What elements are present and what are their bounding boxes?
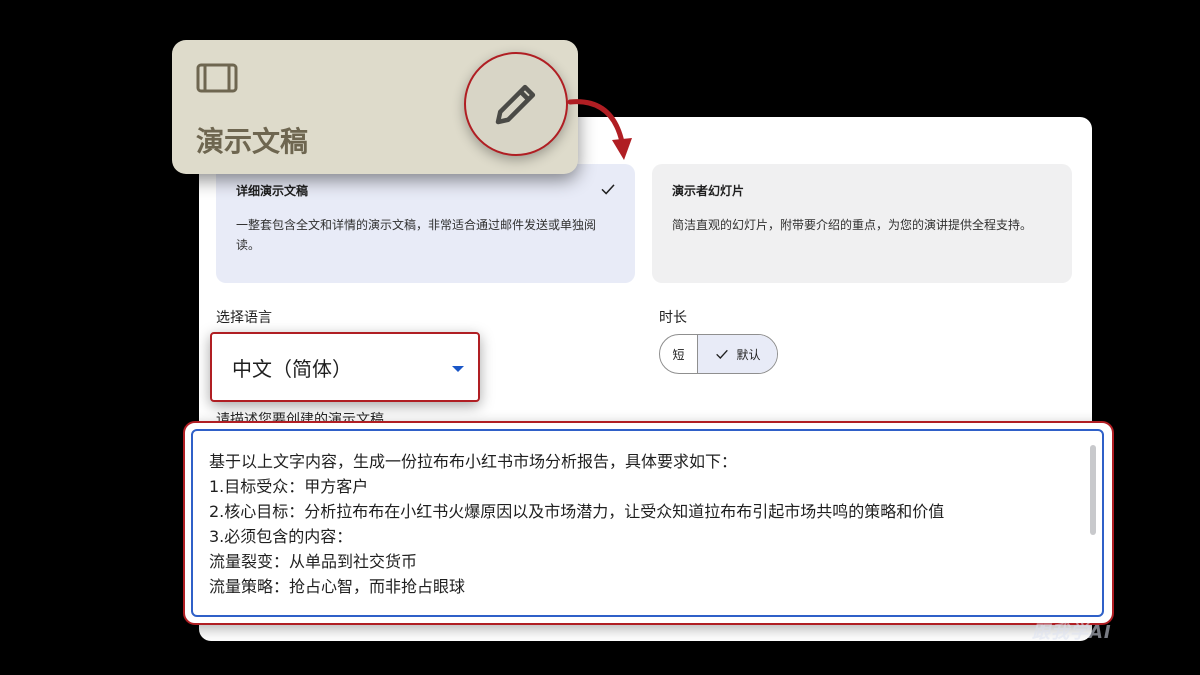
check-icon: [601, 184, 615, 195]
edit-button[interactable]: [464, 52, 568, 156]
duration-option-short[interactable]: 短: [660, 335, 698, 373]
card-description: 简洁直观的幻灯片，附带要介绍的重点，为您的演讲提供全程支持。: [672, 218, 1033, 232]
duration-option-default[interactable]: 默认: [698, 335, 777, 373]
check-icon: [716, 349, 729, 359]
option-card-detailed[interactable]: 详细演示文稿 一整套包含全文和详情的演示文稿，非常适合通过邮件发送或单独阅读。: [216, 164, 635, 283]
language-select-value: 中文（简体）: [232, 356, 352, 381]
prompt-line: 流量策略：抢占心智，而非抢占眼球: [209, 577, 466, 596]
prompt-line: 基于以上文字内容，生成一份拉布布小红书市场分析报告，具体要求如下：: [209, 452, 738, 471]
duration-label: 时长: [659, 310, 687, 326]
tile-title: 演示文稿: [196, 125, 309, 158]
prompt-line: 流量裂变：从单品到社交货币: [209, 552, 418, 571]
prompt-line: 3.必须包含的内容：: [209, 527, 353, 546]
pencil-icon: [495, 84, 536, 125]
duration-option-label: 默认: [736, 347, 761, 362]
prompt-line: 1.目标受众：甲方客户: [209, 477, 369, 496]
card-title: 演示者幻灯片: [672, 184, 745, 198]
slides-icon: [196, 63, 238, 93]
prompt-highlight: 基于以上文字内容，生成一份拉布布小红书市场分析报告，具体要求如下： 1.目标受众…: [183, 421, 1114, 625]
language-select[interactable]: 中文（简体）: [210, 332, 480, 402]
watermark: 跟我学AI: [1032, 622, 1112, 643]
card-description: 一整套包含全文和详情的演示文稿，非常适合通过邮件发送或单独阅读。: [236, 218, 597, 252]
duration-toggle: 短 默认: [659, 334, 778, 374]
option-card-presenter[interactable]: 演示者幻灯片 简洁直观的幻灯片，附带要介绍的重点，为您的演讲提供全程支持。: [652, 164, 1072, 283]
card-title: 详细演示文稿: [236, 184, 309, 198]
language-label: 选择语言: [216, 310, 272, 326]
prompt-scrollbar[interactable]: [1090, 445, 1096, 535]
prompt-line: 2.核心目标：分析拉布布在小红书火爆原因以及市场潜力，让受众知道拉布布引起市场共…: [209, 502, 945, 521]
prompt-textarea[interactable]: 基于以上文字内容，生成一份拉布布小红书市场分析报告，具体要求如下： 1.目标受众…: [191, 429, 1104, 617]
caret-down-icon: [452, 366, 464, 372]
arrow-icon: [567, 99, 632, 160]
